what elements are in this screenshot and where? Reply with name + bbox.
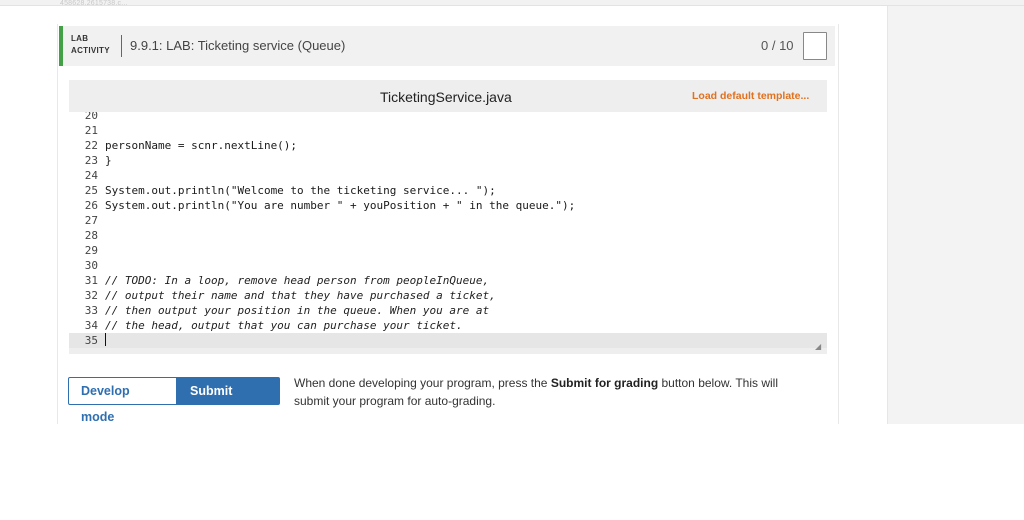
line-number: 21 bbox=[84, 124, 98, 137]
line-number: 27 bbox=[84, 214, 98, 227]
code-editor[interactable]: 20 21 22 personName = scnr.nextLine(); 23} 24… bbox=[69, 112, 827, 348]
line-number: 34 bbox=[84, 319, 98, 332]
line-number: 25 bbox=[84, 184, 98, 197]
line-number: 33 bbox=[84, 304, 98, 317]
code-text: System.out.println("Welcome to the ticke… bbox=[105, 184, 496, 197]
code-text: // output their name and that they have … bbox=[105, 289, 496, 302]
code-text: // TODO: In a loop, remove head person f… bbox=[105, 274, 490, 287]
code-line[interactable]: 30 bbox=[69, 258, 827, 273]
line-number: 20 bbox=[84, 112, 98, 122]
lab-header: LAB ACTIVITY 9.9.1: LAB: Ticketing servi… bbox=[59, 26, 835, 66]
line-number: 35 bbox=[84, 334, 98, 347]
top-bar bbox=[0, 0, 1024, 6]
help-submit-for-grading: Submit for grading bbox=[550, 376, 659, 390]
line-number: 32 bbox=[84, 289, 98, 302]
line-number: 22 bbox=[84, 139, 98, 152]
code-line[interactable]: 27 bbox=[69, 213, 827, 228]
code-line[interactable]: 28 bbox=[69, 228, 827, 243]
line-number: 29 bbox=[84, 244, 98, 257]
line-number: 23 bbox=[84, 154, 98, 167]
lab-header-divider bbox=[121, 35, 122, 57]
help-prefix: When done developing your program, press… bbox=[294, 376, 551, 390]
code-text: // the head, output that you can purchas… bbox=[105, 319, 463, 332]
lab-title: 9.9.1: LAB: Ticketing service (Queue) bbox=[130, 38, 346, 53]
code-text: personName = scnr.nextLine(); bbox=[105, 139, 298, 152]
code-line[interactable]: 21 bbox=[69, 123, 827, 138]
code-line[interactable]: 34 // the head, output that you can purch… bbox=[69, 318, 827, 333]
line-number: 30 bbox=[84, 259, 98, 272]
code-line[interactable]: 31 // TODO: In a loop, remove head person… bbox=[69, 273, 827, 288]
text-cursor bbox=[105, 333, 106, 346]
develop-mode-button[interactable]: Develop mode bbox=[68, 377, 177, 424]
code-text: // then output your position in the queu… bbox=[105, 304, 490, 317]
code-line[interactable]: 29 bbox=[69, 243, 827, 258]
code-text: System.out.println("You are number " + y… bbox=[105, 199, 576, 212]
line-number: 28 bbox=[84, 229, 98, 242]
lab-activity-badge: LAB ACTIVITY bbox=[71, 33, 110, 57]
editor-file-name: TicketingService.java bbox=[380, 89, 512, 105]
submit-mode-button[interactable]: Submit mode bbox=[177, 377, 280, 424]
score-box-icon bbox=[803, 32, 827, 60]
mode-help-text: When done developing your program, press… bbox=[294, 374, 804, 410]
line-number: 24 bbox=[84, 169, 98, 182]
lab-score: 0 / 10 bbox=[761, 38, 794, 53]
code-line[interactable]: 26 System.out.println("You are number " +… bbox=[69, 198, 827, 213]
load-default-template-link[interactable]: Load default template... bbox=[692, 90, 809, 102]
resize-handle-icon[interactable]: ◢ bbox=[815, 342, 821, 351]
lab-badge-line2: ACTIVITY bbox=[71, 46, 110, 55]
line-number: 26 bbox=[84, 199, 98, 212]
lab-accent-bar bbox=[59, 26, 63, 66]
code-text: } bbox=[105, 154, 112, 167]
page-id-text: 458628.2615738.c... bbox=[60, 0, 128, 7]
code-line[interactable]: 23} bbox=[69, 153, 827, 168]
code-line[interactable]: 20 bbox=[69, 112, 827, 123]
code-line[interactable]: 35 bbox=[69, 333, 827, 348]
code-line[interactable]: 22 personName = scnr.nextLine(); bbox=[69, 138, 827, 153]
right-side-panel bbox=[887, 6, 1024, 424]
code-line[interactable]: 33 // then output your position in the qu… bbox=[69, 303, 827, 318]
lab-badge-line1: LAB bbox=[71, 34, 89, 43]
line-number: 31 bbox=[84, 274, 98, 287]
code-line[interactable]: 25 System.out.println("Welcome to the tic… bbox=[69, 183, 827, 198]
mode-toggle-group: Develop mode Submit mode bbox=[68, 377, 280, 424]
code-line[interactable]: 24 bbox=[69, 168, 827, 183]
code-line[interactable]: 32 // output their name and that they hav… bbox=[69, 288, 827, 303]
